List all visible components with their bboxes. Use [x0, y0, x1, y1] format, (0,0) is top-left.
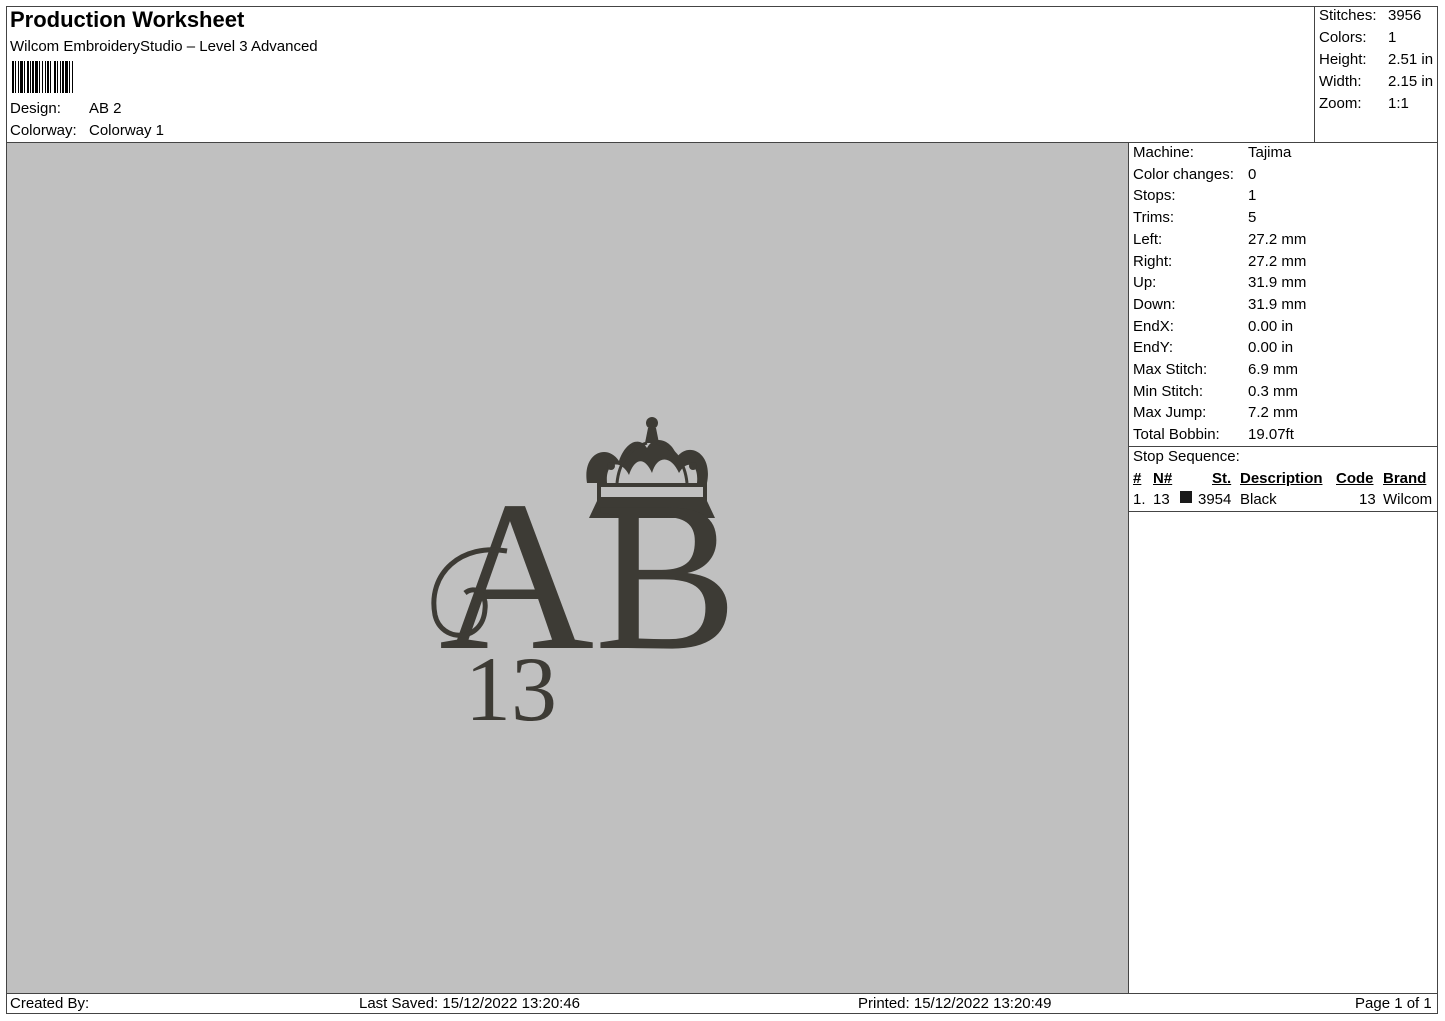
summary-value: 2.15 in [1388, 73, 1434, 90]
detail-label: Max Stitch: [1133, 361, 1208, 378]
column-header-index: # [1133, 470, 1142, 487]
detail-value: 1 [1248, 187, 1257, 205]
summary-value: 2.51 in [1388, 51, 1434, 68]
summary-label: Stitches: [1319, 7, 1377, 24]
detail-label: Min Stitch: [1133, 382, 1204, 400]
row-index: 1. [1133, 491, 1146, 508]
color-swatch [1180, 491, 1192, 503]
stop-sequence-divider [1128, 511, 1438, 512]
detail-value: 19.07ft [1248, 426, 1294, 444]
detail-value: 0.00 in [1248, 339, 1294, 357]
colorway-label: Colorway: [10, 122, 77, 139]
footer-divider [6, 993, 1438, 994]
column-header-brand: Brand [1383, 470, 1427, 487]
column-header-code: Code [1336, 470, 1374, 487]
detail-value: 0.3 mm [1248, 382, 1299, 400]
summary-value: 1:1 [1388, 95, 1409, 112]
detail-value: 31.9 mm [1248, 295, 1307, 313]
created-by: Created By: [10, 995, 90, 1012]
embroidery-design: AB 13 [431, 417, 738, 740]
detail-label: Down: [1133, 295, 1176, 313]
detail-label: Up: [1133, 274, 1157, 292]
page-number: Page 1 of 1 [1355, 995, 1432, 1012]
column-header-needle: N# [1153, 470, 1173, 487]
detail-label: EndX: [1133, 317, 1174, 335]
detail-value: 0.00 in [1248, 317, 1294, 335]
summary-value: 3956 [1388, 7, 1422, 24]
column-header-description: Description [1240, 470, 1323, 487]
side-panel-divider [1128, 142, 1129, 994]
detail-label: Max Jump: [1133, 404, 1207, 422]
row-needle: 13 [1153, 491, 1170, 508]
summary-label: Zoom: [1319, 95, 1362, 112]
detail-value: 6.9 mm [1248, 361, 1299, 378]
design-preview: AB 13 [7, 143, 1128, 993]
details-divider [1128, 446, 1438, 447]
summary-label: Width: [1319, 73, 1362, 90]
detail-value: 31.9 mm [1248, 274, 1307, 292]
detail-label: Right: [1133, 252, 1173, 270]
summary-value: 1 [1388, 29, 1397, 46]
detail-value: 27.2 mm [1248, 230, 1307, 248]
software-name: Wilcom EmbroideryStudio – Level 3 Advanc… [10, 38, 318, 55]
summary-label: Colors: [1319, 29, 1367, 46]
design-value: AB 2 [89, 100, 122, 117]
detail-value: Tajima [1248, 144, 1292, 161]
detail-value: 5 [1248, 209, 1257, 227]
barcode-image [12, 61, 73, 93]
summary-label: Height: [1319, 51, 1367, 68]
detail-value: 0 [1248, 165, 1257, 183]
design-label: Design: [10, 100, 61, 117]
stop-sequence-title: Stop Sequence: [1133, 448, 1240, 465]
row-stitches: 3954 [1198, 491, 1232, 508]
row-brand: Wilcom [1383, 491, 1433, 508]
detail-label: Trims: [1133, 209, 1175, 227]
column-header-stitches: St. [1212, 470, 1232, 487]
detail-label: EndY: [1133, 339, 1174, 357]
page-title: Production Worksheet [10, 7, 245, 32]
last-saved: Last Saved: 15/12/2022 13:20:46 [359, 995, 581, 1012]
design-number-text: 13 [465, 638, 557, 740]
detail-value: 27.2 mm [1248, 252, 1307, 270]
detail-label: Left: [1133, 230, 1163, 248]
detail-label: Total Bobbin: [1133, 426, 1220, 444]
colorway-value: Colorway 1 [89, 122, 165, 139]
detail-label: Machine: [1133, 144, 1194, 161]
summary-divider [1314, 6, 1315, 143]
detail-value: 7.2 mm [1248, 404, 1299, 422]
row-description: Black [1240, 491, 1277, 508]
row-code: 13 [1359, 491, 1376, 508]
detail-label: Color changes: [1133, 165, 1234, 183]
printed-date: Printed: 15/12/2022 13:20:49 [858, 995, 1052, 1012]
detail-label: Stops: [1133, 187, 1176, 205]
